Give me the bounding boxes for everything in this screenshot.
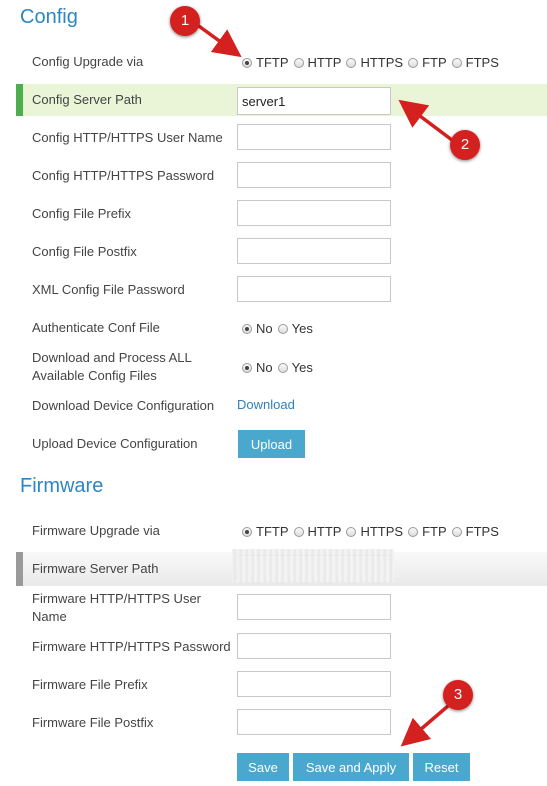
callout-1-arrow	[194, 22, 242, 58]
callout-badge-3: 3	[443, 680, 473, 710]
callout-3-arrow	[400, 704, 450, 747]
callout-arrows	[194, 22, 454, 747]
callout-2-arrow	[398, 99, 454, 142]
callout-badge-2: 2	[450, 130, 480, 160]
callout-badge-1: 1	[170, 6, 200, 36]
